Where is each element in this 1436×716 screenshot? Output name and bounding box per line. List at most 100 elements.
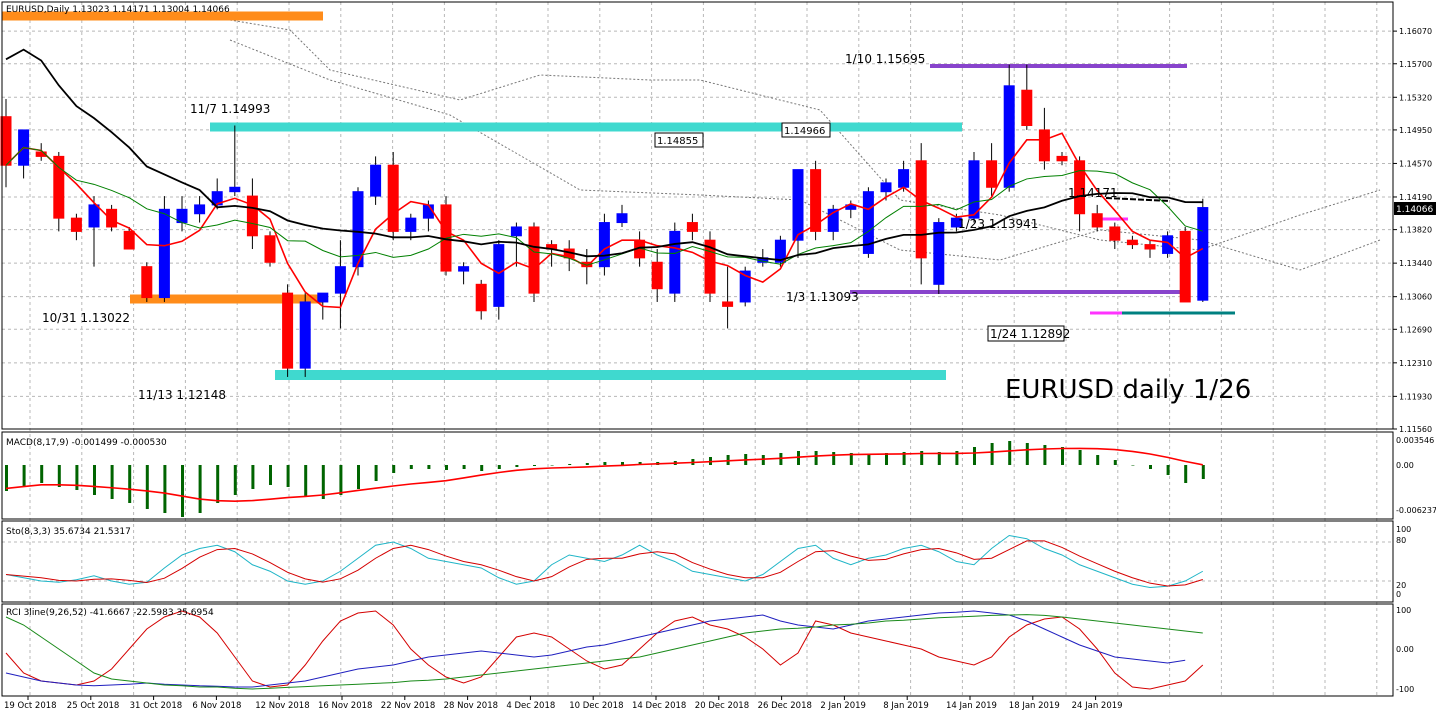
label-1-23: 1/23 1.13941 xyxy=(958,217,1038,231)
macd-histogram-bar xyxy=(1061,447,1064,465)
y-tick-label: 1.13820 xyxy=(1399,226,1432,235)
candle-body xyxy=(528,226,540,294)
macd-histogram-bar xyxy=(462,465,466,469)
x-tick-label: 28 Nov 2018 xyxy=(444,701,498,711)
macd-histogram-bar xyxy=(1131,465,1135,466)
x-tick-label: 26 Dec 2018 xyxy=(758,701,812,711)
macd-histogram-bar xyxy=(585,463,589,465)
label-10-31: 10/31 1.13022 xyxy=(42,311,130,325)
y-tick-label: 1.14570 xyxy=(1399,159,1432,168)
macd-histogram-bar xyxy=(603,462,607,465)
candle-body xyxy=(158,208,170,299)
macd-histogram-bar xyxy=(1043,445,1047,465)
rci-header: RCI 3line(9,26,52) -41.6667 -22.5983 35.… xyxy=(6,608,214,618)
label-1-24: 1/24 1.12892 xyxy=(990,327,1070,341)
macd-histogram-bar xyxy=(973,447,976,465)
x-tick-label: 31 Oct 2018 xyxy=(130,701,183,711)
candle-body xyxy=(493,244,505,307)
macd-histogram-bar xyxy=(233,465,237,495)
indicator-tick-label: 0.00 xyxy=(1396,461,1414,470)
y-tick-label: 1.14950 xyxy=(1399,126,1432,135)
macd-histogram-bar xyxy=(93,465,96,495)
macd-histogram-bar xyxy=(409,465,413,469)
candle-body xyxy=(299,301,311,369)
x-tick-label: 19 Oct 2018 xyxy=(4,701,57,711)
candle-body xyxy=(106,208,118,228)
indicator-tick-label: 100 xyxy=(1396,525,1411,534)
x-tick-label: 14 Jan 2019 xyxy=(946,701,997,711)
candle-body xyxy=(1144,244,1156,250)
indicator-tick-label: -100 xyxy=(1396,685,1414,694)
macd-histogram-bar xyxy=(392,465,396,473)
macd-histogram-bar xyxy=(128,465,132,503)
macd-histogram-bar xyxy=(286,465,290,487)
candle-body xyxy=(317,292,329,303)
candle-body xyxy=(141,266,153,299)
macd-histogram-bar xyxy=(427,465,431,469)
candle-body xyxy=(1109,226,1121,241)
macd-histogram-bar xyxy=(1201,465,1205,479)
macd-histogram-bar xyxy=(1149,465,1152,469)
macd-histogram-bar xyxy=(497,465,501,469)
macd-histogram-bar xyxy=(57,465,61,487)
macd-histogram-bar xyxy=(339,465,343,495)
candle-body xyxy=(686,222,698,232)
y-tick-label: 1.13440 xyxy=(1399,259,1432,268)
candle-body xyxy=(1038,129,1050,162)
label-high: 1.14171 xyxy=(1068,186,1118,200)
x-tick-label: 2 Jan 2019 xyxy=(820,701,866,711)
macd-histogram-bar xyxy=(1025,443,1029,465)
sto-header: Sto(8,3,3) 35.6734 21.5317 xyxy=(6,527,131,537)
macd-histogram-bar xyxy=(867,454,871,465)
candle-body xyxy=(898,169,910,188)
label-11-7: 11/7 1.14993 xyxy=(190,102,270,116)
y-tick-label: 1.15320 xyxy=(1399,93,1432,102)
indicator-tick-label: 0.00 xyxy=(1396,645,1414,654)
macd-histogram-bar xyxy=(1078,450,1082,465)
candle-body xyxy=(334,266,346,294)
macd-histogram-bar xyxy=(568,464,572,465)
macd-histogram-bar xyxy=(75,465,79,490)
macd-histogram-bar xyxy=(550,465,554,466)
candle-body xyxy=(651,261,663,290)
x-tick-label: 24 Jan 2019 xyxy=(1072,701,1123,711)
candle-body xyxy=(53,155,65,219)
macd-histogram-bar xyxy=(269,465,272,485)
candle-body xyxy=(1021,89,1033,127)
label-box-2: 1.14966 xyxy=(784,126,825,137)
candle-body xyxy=(405,217,417,232)
macd-histogram-bar xyxy=(990,443,994,465)
candle-body xyxy=(264,235,276,263)
candle-body xyxy=(1126,239,1138,246)
macd-histogram-bar xyxy=(110,465,114,499)
candle-body xyxy=(792,169,804,241)
candle-body xyxy=(915,160,927,259)
macd-histogram-bar xyxy=(163,465,167,513)
indicator-tick-label: 80 xyxy=(1396,536,1406,545)
candle-body xyxy=(88,204,100,228)
x-tick-label: 22 Nov 2018 xyxy=(381,701,435,711)
macd-histogram-bar xyxy=(480,465,484,471)
candle-body xyxy=(70,217,82,232)
macd-histogram-bar xyxy=(321,465,325,499)
candle-body xyxy=(510,226,522,237)
candle-body xyxy=(475,283,487,312)
y-tick-label: 1.13060 xyxy=(1399,293,1432,302)
indicator-tick-label: 100 xyxy=(1396,606,1411,615)
macd-histogram-bar xyxy=(533,465,536,466)
candle-body xyxy=(880,182,892,193)
x-tick-label: 14 Dec 2018 xyxy=(632,701,686,711)
candle-body xyxy=(669,230,681,294)
label-box-1: 1.14855 xyxy=(657,136,698,147)
macd-histogram-bar xyxy=(40,465,44,483)
x-tick-label: 20 Dec 2018 xyxy=(695,701,749,711)
macd-histogram-bar xyxy=(304,465,308,497)
macd-histogram-bar xyxy=(251,465,255,489)
candle-body xyxy=(1056,155,1068,162)
macd-histogram-bar xyxy=(1113,460,1117,465)
x-tick-label: 8 Jan 2019 xyxy=(883,701,929,711)
current-price-label: 1.14066 xyxy=(1396,205,1433,215)
y-tick-label: 1.14190 xyxy=(1399,193,1432,202)
y-tick-label: 1.16070 xyxy=(1399,27,1432,36)
candle-body xyxy=(1179,230,1191,303)
